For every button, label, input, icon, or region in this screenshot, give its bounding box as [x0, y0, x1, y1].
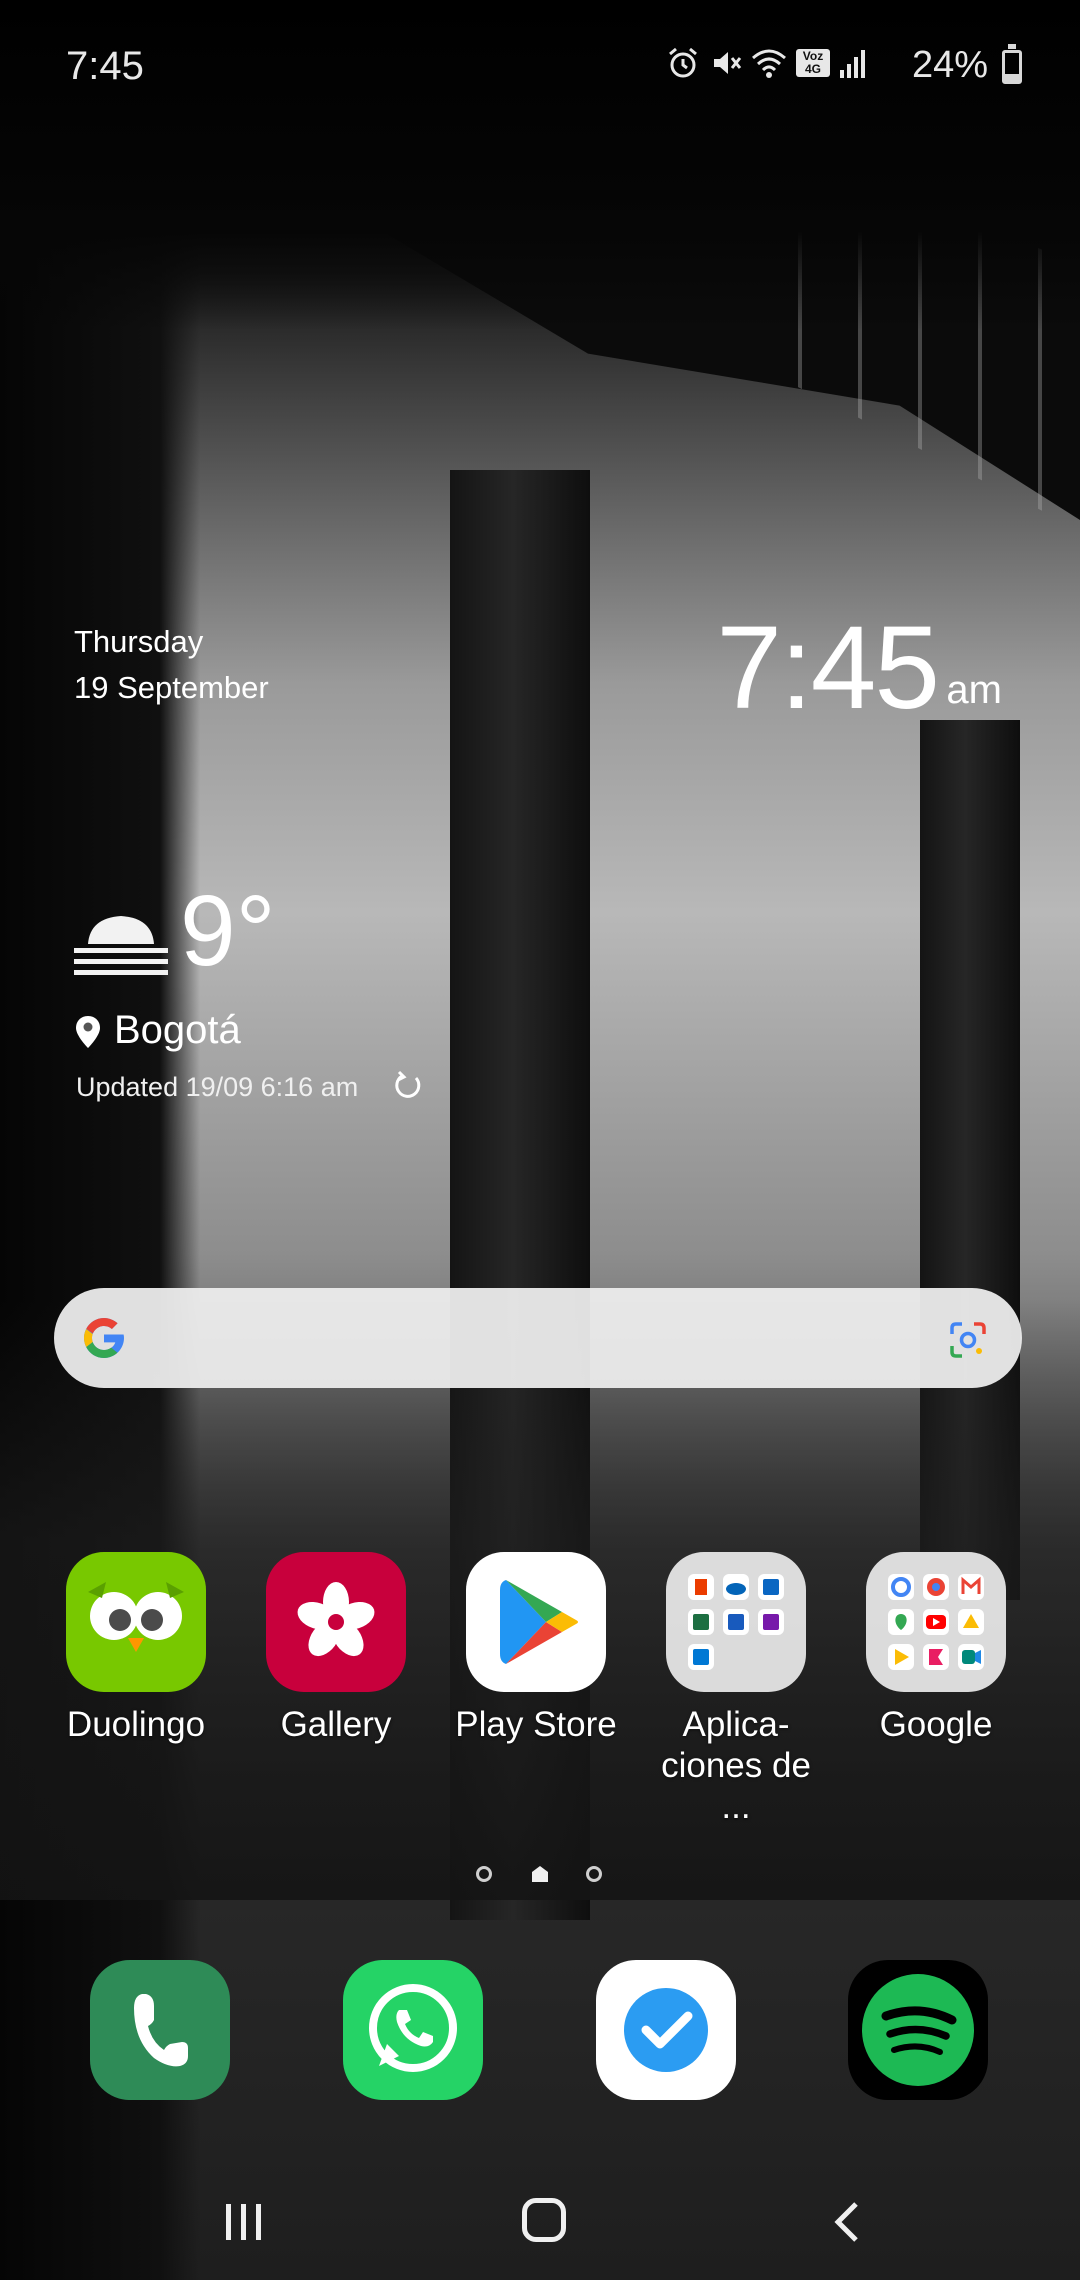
home-apps-row: Duolingo Gallery Play Store Aplica- cion…	[0, 1552, 1080, 1826]
folder-microsoft-apps[interactable]: Aplica- ciones de ...	[646, 1552, 826, 1827]
clock-ampm: am	[946, 668, 1002, 712]
duolingo-icon	[66, 1552, 206, 1692]
weather-widget[interactable]: 9° Bogotá Updated 19/09 6:16 am	[74, 875, 494, 1120]
clock-date: 19 September	[74, 670, 269, 705]
tasks-check-icon[interactable]	[596, 1960, 736, 2100]
fog-icon	[74, 916, 168, 975]
battery-icon	[1002, 44, 1022, 84]
app-play-store[interactable]: Play Store	[446, 1552, 626, 1745]
signal-icon	[840, 50, 865, 78]
page-dot[interactable]	[476, 1866, 492, 1882]
clock-widget[interactable]: Thursday 19 September 7:45 am	[0, 600, 1080, 740]
home-page-indicator-icon[interactable]	[530, 1864, 550, 1884]
app-gallery[interactable]: Gallery	[246, 1552, 426, 1745]
network-label: Voz 4G	[802, 49, 824, 76]
weather-temperature: 9°	[180, 875, 276, 987]
page-indicator	[0, 1862, 1080, 1892]
location-pin-icon	[76, 1016, 100, 1048]
clock-time: 7:45	[716, 602, 940, 734]
battery-percent: 24%	[911, 44, 988, 86]
google-lens-icon[interactable]	[948, 1320, 988, 1360]
recent-apps-icon[interactable]	[222, 2202, 266, 2242]
mute-icon	[714, 52, 742, 74]
folder-google[interactable]: Google	[846, 1552, 1026, 1745]
app-label: Gallery	[280, 1705, 392, 1744]
weather-city: Bogotá	[114, 1008, 241, 1052]
page-dot[interactable]	[586, 1866, 602, 1882]
status-time: 7:45	[66, 44, 144, 88]
weather-updated: Updated 19/09 6:16 am	[76, 1072, 359, 1102]
app-label: Google	[879, 1705, 993, 1744]
volte-4g-icon: Voz 4G	[796, 49, 830, 77]
gallery-icon	[266, 1552, 406, 1692]
google-g-icon	[84, 1318, 124, 1358]
navigation-bar	[0, 2180, 1080, 2280]
google-search-bar[interactable]	[54, 1288, 1022, 1388]
clock-day: Thursday	[74, 624, 204, 659]
spotify-icon[interactable]	[848, 1960, 988, 2100]
play-store-icon	[466, 1552, 606, 1692]
app-label: Play Store	[455, 1705, 617, 1744]
app-label: Duolingo	[66, 1705, 206, 1744]
microsoft-folder-icon	[666, 1552, 806, 1692]
wallpaper	[0, 0, 1080, 2280]
dock	[0, 1960, 1080, 2100]
alarm-icon	[669, 47, 697, 78]
google-folder-icon	[866, 1552, 1006, 1692]
status-icons: Voz 4G	[666, 46, 868, 80]
back-icon[interactable]	[828, 2200, 868, 2244]
app-label: Aplica- ciones de ...	[661, 1705, 811, 1826]
whatsapp-icon[interactable]	[343, 1960, 483, 2100]
wifi-icon	[752, 49, 786, 78]
home-icon[interactable]	[522, 2198, 566, 2242]
status-bar: 7:45 Voz 4G 24%	[0, 0, 1080, 136]
app-duolingo[interactable]: Duolingo	[46, 1552, 226, 1745]
refresh-icon[interactable]	[392, 1070, 424, 1102]
phone-icon[interactable]	[90, 1960, 230, 2100]
